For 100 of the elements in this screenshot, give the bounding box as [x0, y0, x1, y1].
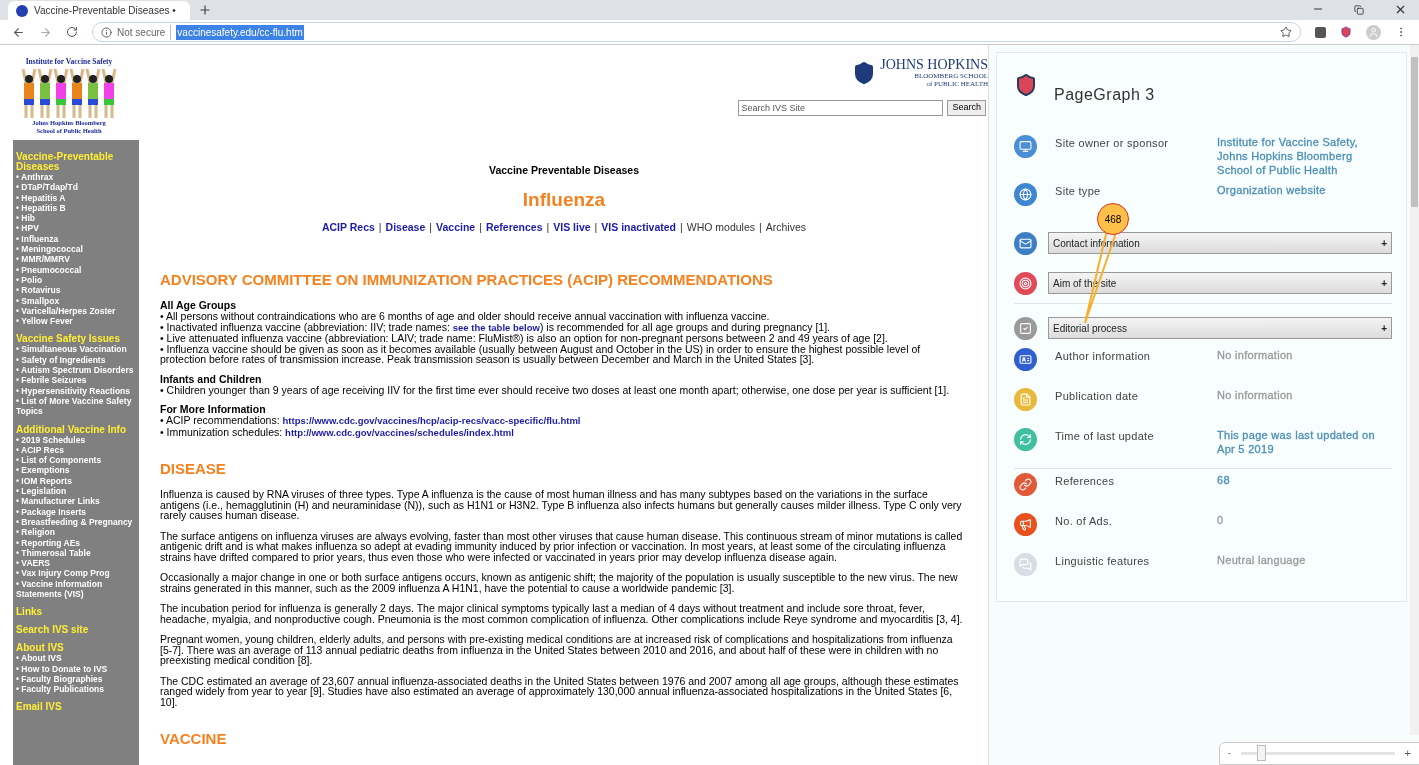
bullet-text: • ACIP recommendations: https://www.cdc.gov/vaccines/hcp/acip-recs/vacc-specific/flu.html	[160, 415, 582, 427]
sidebar-link[interactable]: • Yellow Fever	[16, 316, 137, 327]
sidebar-link[interactable]: • Simultaneous Vaccination	[16, 344, 137, 355]
shield-icon	[1014, 73, 1038, 97]
envelope-icon	[1014, 231, 1037, 255]
text-link[interactable]: https://www.cdc.gov/vaccines/hcp/acip-recs/vacc-specific/flu.html	[282, 415, 581, 426]
sidebar-heading[interactable]: About IVS	[16, 643, 137, 654]
zoom-thumb[interactable]	[1256, 745, 1266, 761]
close-icon[interactable]	[1394, 3, 1407, 16]
new-tab-icon[interactable]	[198, 3, 212, 17]
sidebar-heading[interactable]: Vaccine Safety Issues	[16, 334, 137, 345]
scrollbar[interactable]	[1410, 45, 1419, 735]
sidebar-link[interactable]: • How to Donate to IVS	[16, 663, 137, 674]
sidebar-link[interactable]: • Smallpox	[16, 295, 137, 306]
accordion-header[interactable]: Editorial process +	[1048, 317, 1392, 339]
sidebar-link[interactable]: • Breastfeeding & Pregnancy	[16, 516, 137, 528]
sidebar-link[interactable]: • Rotavirus	[16, 285, 137, 296]
sidebar-link[interactable]: • Varicella/Herpes Zoster	[16, 305, 137, 317]
field-value: Neutral language	[1217, 553, 1306, 567]
nav-link[interactable]: ACIP Recs	[321, 220, 375, 236]
sidebar-link[interactable]: • Hypersensitivity Reactions	[16, 385, 137, 396]
shield-icon[interactable]	[1340, 26, 1352, 38]
sidebar-heading[interactable]: Search IVS site	[16, 625, 137, 636]
sidebar-heading[interactable]: Links	[16, 607, 137, 618]
link-icon	[1014, 473, 1037, 496]
checkbox-icon	[1014, 316, 1037, 340]
sidebar-heading[interactable]: Additional Vaccine Info	[16, 424, 137, 435]
separator-text: |	[378, 220, 382, 236]
zoom-in-button[interactable]: +	[1404, 745, 1411, 762]
sidebar-link[interactable]: • Hib	[16, 213, 137, 224]
field-label: Publication date	[1055, 389, 1140, 404]
browser-tab[interactable]: Vaccine-Preventable Diseases •	[8, 1, 190, 20]
sidebar-link[interactable]: • Manufacturer Links	[16, 496, 137, 507]
field-label: References	[1055, 474, 1116, 489]
sidebar-link[interactable]: • List of Components	[16, 455, 137, 466]
sidebar-link[interactable]: • Legislation	[16, 486, 137, 497]
paragraph-text: Pregnant women, young children, elderly adults, and persons with pre-existing medical conditions are at increased risk of complications and hospitalizations from influenza [5-7]. There was an average of 113 annual pediatric deaths from influenza in the United States between 2010 and 2016, and about half of these were in children with no preexisting medical condition [8].	[160, 634, 954, 666]
sidebar-link[interactable]: • ACIP Recs	[16, 444, 137, 456]
block-title: Infants and Children	[160, 373, 263, 385]
sidebar-link[interactable]: • Exemptions	[16, 465, 137, 476]
sidebar-link[interactable]: • Reporting AEs	[16, 537, 137, 548]
restore-icon[interactable]	[1354, 5, 1364, 15]
nav-link[interactable]: Disease	[385, 220, 426, 236]
sidebar-link[interactable]: • Pneumococcal	[16, 264, 137, 275]
field-value: 68	[1217, 473, 1230, 487]
sidebar-heading[interactable]: Vaccine-Preventable Diseases	[16, 152, 137, 172]
sidebar-link[interactable]: • Febrile Seizures	[16, 375, 137, 386]
sidebar-link[interactable]: • Autism Spectrum Disorders	[16, 365, 137, 376]
sidebar-link[interactable]: • Faculty Publications	[16, 684, 137, 695]
search-button[interactable]: Search	[947, 100, 986, 116]
nav-link[interactable]: References	[485, 220, 543, 236]
reload-icon[interactable]	[66, 26, 78, 38]
page-kicker: Vaccine Preventable Diseases	[489, 163, 639, 178]
sidebar-link[interactable]: • Religion	[16, 527, 137, 538]
nav-link[interactable]: Vaccine	[436, 220, 476, 236]
sidebar-link[interactable]: • Thimerosal Table	[16, 547, 137, 559]
sidebar-link[interactable]: • Anthrax	[16, 172, 137, 183]
sidebar-link[interactable]: • Meningococcal	[16, 244, 137, 255]
search-field[interactable]: Search IVS Site	[738, 100, 944, 116]
sidebar-link[interactable]: • Faculty Biographies	[16, 673, 137, 685]
sidebar-link[interactable]: • IOM Reports	[16, 475, 137, 486]
section-heading: VACCINE	[160, 731, 228, 747]
megaphone-icon	[1014, 513, 1037, 536]
sidebar-link[interactable]: • MMR/MMRV	[16, 254, 137, 265]
monitor-icon	[1014, 135, 1037, 158]
sidebar-link[interactable]: • Polio	[16, 274, 137, 286]
sidebar-link[interactable]: • Hepatitis A	[16, 192, 137, 203]
nav-link[interactable]: VIS inactivated	[601, 220, 677, 236]
nav-text: Archives	[765, 220, 807, 236]
sidebar-link[interactable]: • DTaP/Tdap/Td	[16, 182, 137, 193]
separator-text: |	[594, 220, 598, 236]
sidebar-link[interactable]: • 2019 Schedules	[16, 434, 137, 445]
document-icon	[1014, 388, 1037, 411]
text-link[interactable]: http://www.cdc.gov/vaccines/schedules/index.html	[285, 426, 514, 438]
nav-link[interactable]: VIS live	[553, 220, 591, 236]
text-link[interactable]: see the table below	[452, 321, 540, 333]
bullet-text: • Children younger than 9 years of age receiving IIV for the first time ever should receive two doses at least one month apart; otherwise, one dose per year is sufficient [1].	[160, 384, 951, 395]
nav-text: WHO modules	[686, 220, 756, 236]
bookmark-star-icon[interactable]	[1280, 26, 1292, 38]
paragraph-text: Occasionally a major change in one or both surface antigens occurs, known as antigenic shift; the majority of the population is usually susceptible to the new virus. The new strains generated in this manner, such as the 2009 influenza A H1N1, have the potential to cause a worldwide pandemic [3].	[160, 572, 959, 593]
sidebar-link[interactable]: • Influenza	[16, 233, 137, 245]
extension-icon[interactable]	[1315, 26, 1326, 38]
panel-title: PageGraph 3	[1054, 85, 1155, 105]
separator-text: |	[479, 220, 482, 236]
sidebar-link[interactable]: • List of More Vaccine Safety Topics	[16, 395, 137, 417]
section-heading: DISEASE	[160, 461, 227, 477]
sidebar-heading[interactable]: Email IVS	[16, 702, 137, 713]
sidebar-link[interactable]: • Hepatitis B	[16, 202, 137, 214]
sidebar-link[interactable]: • About IVS	[16, 653, 137, 664]
zoom-out-button[interactable]: -	[1228, 746, 1231, 761]
info-icon	[101, 26, 112, 38]
sidebar-link[interactable]: • Safety of Ingredients	[16, 354, 137, 366]
field-value: This page was last updated on Apr 5 2019	[1217, 428, 1376, 456]
sidebar-link[interactable]: • Vax Injury Comp Prog	[16, 568, 137, 579]
sidebar-link[interactable]: • Vaccine Information Statements (VIS)	[16, 578, 137, 600]
id-card-icon	[1014, 348, 1037, 371]
sidebar-link[interactable]: • VAERS	[16, 558, 137, 569]
sidebar-link[interactable]: • HPV	[16, 223, 137, 234]
sidebar-link[interactable]: • Package Inserts	[16, 506, 137, 517]
back-icon[interactable]	[12, 25, 25, 39]
